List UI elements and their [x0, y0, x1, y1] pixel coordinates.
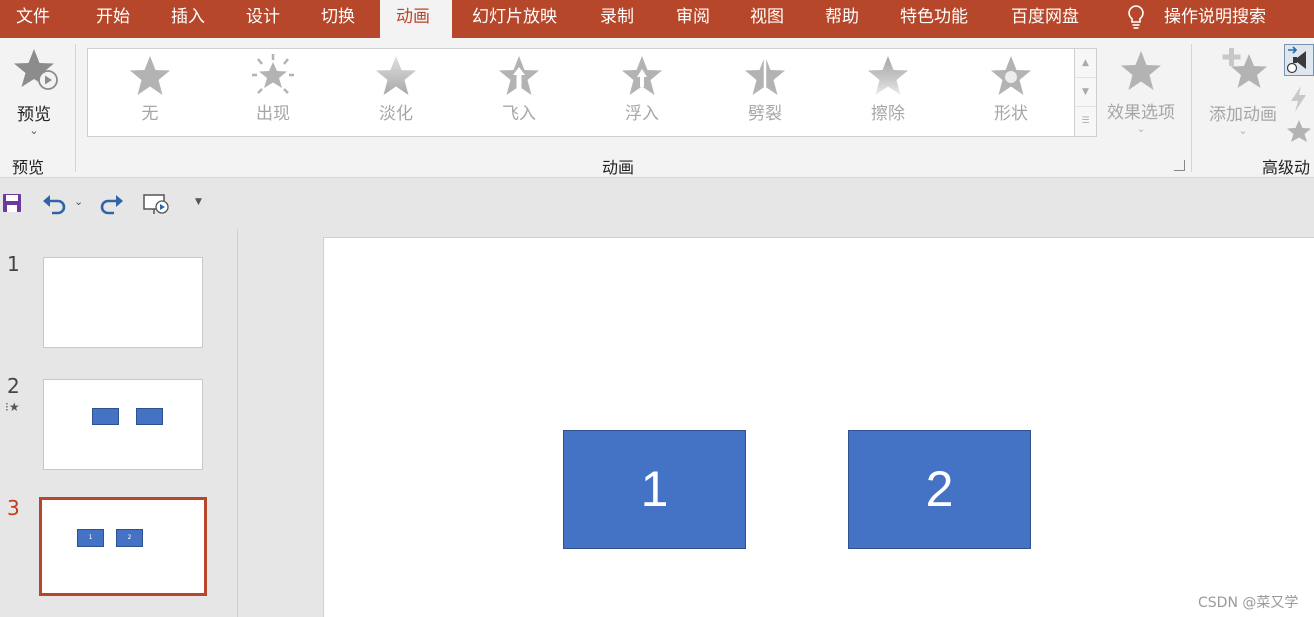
tab-view[interactable]: 视图	[734, 0, 800, 38]
slide-canvas[interactable]	[323, 237, 1314, 617]
add-animation-star-icon	[1222, 48, 1267, 88]
effect-options-star-icon	[1121, 51, 1161, 90]
anim-split[interactable]: 劈裂	[710, 53, 820, 133]
quick-access-toolbar: ⌄ ▼	[0, 179, 1314, 229]
group-label-advanced: 高级动	[1262, 158, 1311, 177]
dialog-launcher-icon[interactable]	[1174, 160, 1185, 171]
tab-baidu-netdisk[interactable]: 百度网盘	[995, 0, 1095, 38]
slide-thumbnail-1[interactable]	[43, 257, 203, 348]
tab-design[interactable]: 设计	[230, 0, 296, 38]
undo-icon[interactable]	[42, 193, 68, 215]
tell-me-search[interactable]: 操作说明搜索	[1148, 0, 1282, 38]
thumb-shape-2: 2	[116, 529, 143, 547]
advanced-small-icons	[1284, 44, 1314, 148]
ribbon-tab-bar: 文件 开始 插入 设计 切换 动画 幻灯片放映 录制 审阅 视图 帮助 特色功能…	[0, 0, 1314, 38]
effect-options-button[interactable]: 效果选项 ⌄	[1100, 48, 1182, 135]
preview-button-label: 预览	[17, 105, 51, 125]
star-none-icon	[130, 56, 170, 95]
add-animation-caret-icon: ⌄	[1238, 124, 1248, 137]
gallery-more-icon[interactable]: ☰	[1075, 107, 1096, 136]
rectangle-shape-2[interactable]: 2	[848, 430, 1031, 549]
slide-number-3: 3	[7, 496, 20, 520]
ribbon-panel: 预览 ⌄ 预览 无 出现 淡化 飞入 浮入 劈裂 擦除 形状 ▲ ▼ ☰ 效果选…	[0, 38, 1314, 178]
watermark: CSDN @菜又学	[1198, 595, 1299, 611]
anim-fly-in-label: 飞入	[502, 104, 536, 124]
animation-marker-star-icon: ⁝★	[5, 400, 20, 414]
add-animation-label: 添加动画	[1209, 105, 1277, 125]
anim-shape[interactable]: 形状	[956, 53, 1066, 133]
preview-button[interactable]: 预览 ⌄	[4, 46, 64, 146]
slide-number-1: 1	[7, 252, 20, 276]
animation-gallery: 无 出现 淡化 飞入 浮入 劈裂 擦除 形状	[87, 48, 1075, 137]
anim-appear-label: 出现	[256, 104, 290, 124]
thumb-shape-1: 1	[77, 529, 104, 547]
preview-caret-icon: ⌄	[29, 124, 39, 137]
star-fly-in-icon	[499, 56, 539, 95]
anim-float-in[interactable]: 浮入	[587, 53, 697, 133]
anim-fade[interactable]: 淡化	[341, 53, 451, 133]
effect-options-label: 效果选项	[1107, 103, 1175, 123]
group-separator	[1191, 44, 1192, 172]
anim-none-label: 无	[141, 104, 159, 124]
tab-file[interactable]: 文件	[0, 0, 66, 38]
anim-split-label: 劈裂	[748, 104, 782, 124]
anim-none[interactable]: 无	[95, 53, 205, 133]
save-icon[interactable]	[2, 193, 22, 213]
tab-record[interactable]: 录制	[584, 0, 650, 38]
group-separator	[75, 44, 76, 172]
gallery-scroll-down-icon[interactable]: ▼	[1075, 78, 1096, 107]
thumb-shape	[136, 408, 163, 425]
rectangle-shape-1[interactable]: 1	[563, 430, 746, 549]
gallery-scroll-buttons: ▲ ▼ ☰	[1075, 48, 1097, 137]
anim-fly-in[interactable]: 飞入	[464, 53, 574, 133]
anim-wipe-label: 擦除	[871, 104, 905, 124]
anim-fade-label: 淡化	[379, 104, 413, 124]
slide-number-2: 2	[7, 374, 20, 398]
star-split-icon	[745, 56, 785, 95]
animation-painter-icon[interactable]	[1284, 118, 1314, 144]
group-label-preview: 预览	[12, 158, 45, 177]
star-fade-icon	[376, 56, 416, 95]
tab-help[interactable]: 帮助	[809, 0, 875, 38]
trigger-lightning-icon[interactable]	[1284, 84, 1314, 114]
tab-transitions[interactable]: 切换	[305, 0, 371, 38]
undo-dropdown-icon[interactable]: ⌄	[74, 195, 83, 208]
slide-thumbnail-2[interactable]	[43, 379, 203, 470]
start-slideshow-icon[interactable]	[143, 193, 171, 215]
tab-insert[interactable]: 插入	[155, 0, 221, 38]
tab-features[interactable]: 特色功能	[884, 0, 984, 38]
anim-wipe[interactable]: 擦除	[833, 53, 943, 133]
star-float-in-icon	[622, 56, 662, 95]
tab-animations[interactable]: 动画	[380, 0, 452, 38]
redo-icon[interactable]	[98, 193, 124, 215]
add-animation-button[interactable]: 添加动画 ⌄	[1200, 46, 1286, 137]
star-wipe-icon	[868, 56, 908, 95]
tab-slideshow[interactable]: 幻灯片放映	[456, 0, 573, 38]
tab-review[interactable]: 审阅	[660, 0, 726, 38]
star-appear-icon	[252, 54, 294, 94]
anim-shape-label: 形状	[994, 104, 1028, 124]
animation-pane-icon[interactable]	[1284, 44, 1314, 76]
anim-float-in-label: 浮入	[625, 104, 659, 124]
star-shape-icon	[991, 56, 1031, 95]
tab-home[interactable]: 开始	[80, 0, 146, 38]
thumb-shape	[92, 408, 119, 425]
preview-star-icon	[14, 49, 58, 90]
lightbulb-icon	[1128, 5, 1144, 29]
anim-appear[interactable]: 出现	[218, 53, 328, 133]
gallery-scroll-up-icon[interactable]: ▲	[1075, 49, 1096, 78]
group-label-animation: 动画	[602, 158, 635, 177]
effect-options-caret-icon: ⌄	[1136, 122, 1146, 135]
slide-thumbnail-3[interactable]: 1 2	[39, 497, 207, 596]
customize-qat-icon[interactable]: ▼	[195, 197, 202, 207]
